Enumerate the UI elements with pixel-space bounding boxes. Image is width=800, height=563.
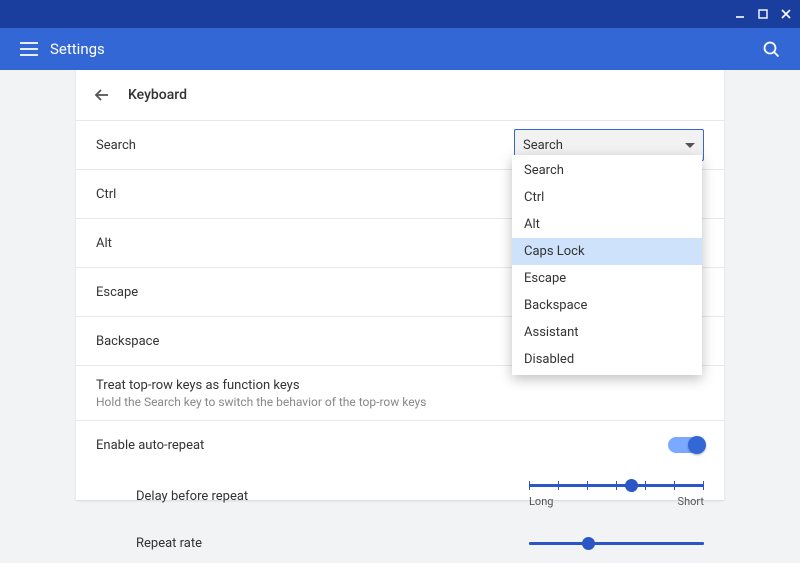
delay-slider[interactable] [529, 484, 704, 487]
auto-repeat-toggle[interactable] [668, 437, 704, 453]
panel-header: Keyboard [76, 70, 724, 120]
slider-max-label: Short [678, 495, 704, 508]
dropdown-option[interactable]: Alt [512, 211, 702, 238]
row-label: Escape [96, 285, 138, 300]
back-arrow-icon[interactable] [86, 79, 118, 111]
search-icon[interactable] [756, 34, 786, 64]
row-label: Delay before repeat [136, 489, 248, 504]
slider-thumb[interactable] [625, 479, 638, 492]
minimize-button[interactable] [728, 3, 751, 26]
slider-min-label: Long [529, 495, 553, 508]
dropdown-option[interactable]: Escape [512, 265, 702, 292]
row-label: Ctrl [96, 187, 116, 202]
rate-slider[interactable] [529, 542, 704, 545]
row-label: Enable auto-repeat [96, 438, 204, 453]
page-title: Keyboard [128, 87, 187, 103]
row-label: Search [96, 138, 136, 153]
row-label: Treat top-row keys as function keys [96, 378, 300, 393]
settings-panel: Keyboard Search Search Ctrl Alt Escape B… [76, 70, 724, 500]
dropdown-option[interactable]: Caps Lock [512, 238, 702, 265]
appbar-title: Settings [50, 40, 105, 58]
row-label: Alt [96, 236, 112, 251]
menu-icon[interactable] [14, 34, 44, 64]
auto-repeat-row: Enable auto-repeat [76, 420, 724, 469]
dropdown-selected: Search [523, 138, 563, 153]
chevron-down-icon [685, 143, 695, 148]
dropdown-option[interactable]: Assistant [512, 319, 702, 346]
dropdown-option[interactable]: Ctrl [512, 184, 702, 211]
close-button[interactable] [774, 3, 797, 26]
dropdown-menu: SearchCtrlAltCaps LockEscapeBackspaceAss… [512, 155, 702, 375]
row-label: Repeat rate [136, 536, 202, 551]
repeat-rate-row: Repeat rate [76, 523, 724, 563]
dropdown-option[interactable]: Search [512, 157, 702, 184]
app-bar: Settings [0, 28, 800, 70]
window-titlebar [0, 0, 800, 28]
dropdown-option[interactable]: Disabled [512, 346, 702, 373]
row-label: Backspace [96, 334, 159, 349]
slider-thumb[interactable] [582, 537, 595, 550]
dropdown-option[interactable]: Backspace [512, 292, 702, 319]
delay-before-repeat-row: Delay before repeat Long Short [76, 469, 724, 523]
maximize-button[interactable] [751, 3, 774, 26]
row-sublabel: Hold the Search key to switch the behavi… [96, 395, 426, 409]
